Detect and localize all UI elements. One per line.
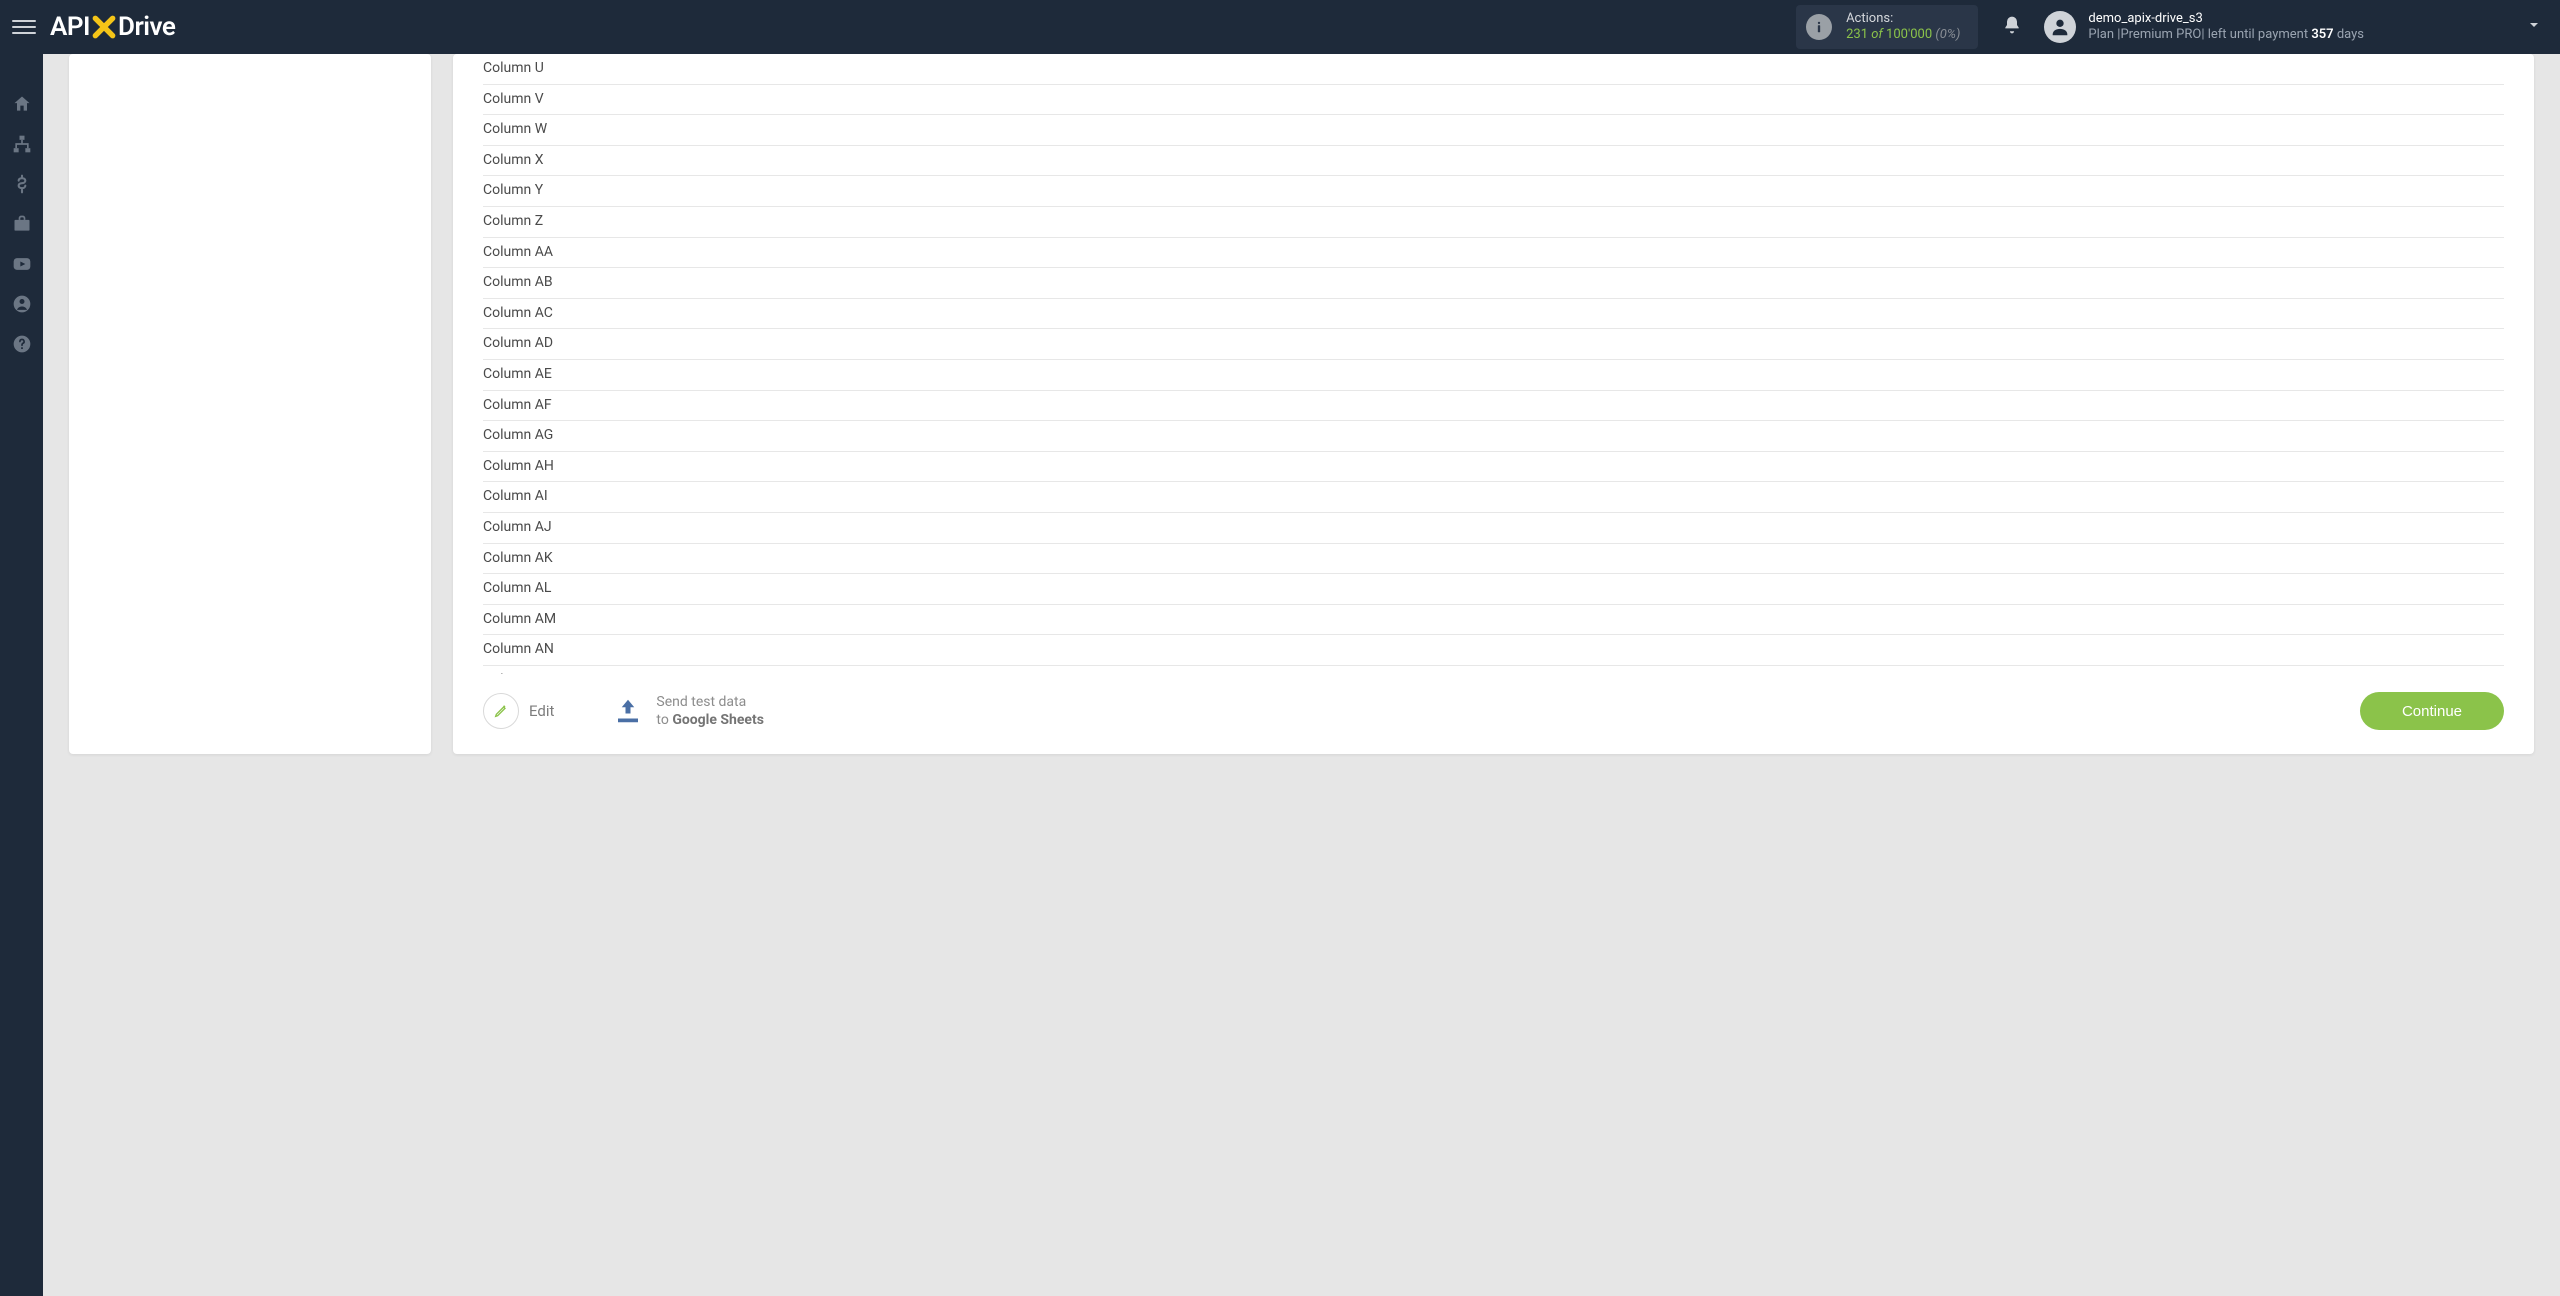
- column-row[interactable]: Column AF: [483, 391, 2504, 422]
- chevron-down-icon: [2526, 17, 2542, 37]
- user-menu[interactable]: demo_apix-drive_s3 Plan |Premium PRO| le…: [2044, 11, 2548, 44]
- send-line2: to Google Sheets: [656, 711, 764, 729]
- column-row[interactable]: Column AE: [483, 360, 2504, 391]
- actions-count: 231: [1846, 27, 1868, 42]
- help-icon: [12, 334, 32, 354]
- edit-label: Edit: [529, 702, 554, 720]
- user-plan: Plan |Premium PRO| left until payment 35…: [2088, 27, 2364, 43]
- column-row[interactable]: Column V: [483, 85, 2504, 116]
- column-row[interactable]: Column AM: [483, 605, 2504, 636]
- actions-label: Actions:: [1846, 11, 1960, 27]
- nav-connections[interactable]: [0, 124, 43, 164]
- column-row[interactable]: Column AG: [483, 421, 2504, 452]
- nav-briefcase[interactable]: [0, 204, 43, 244]
- column-row[interactable]: Column AI: [483, 482, 2504, 513]
- nav-home[interactable]: [0, 84, 43, 124]
- actions-pct: (0%): [1935, 27, 1960, 42]
- logo-text-drive: Drive: [118, 12, 175, 42]
- avatar-icon: [2044, 11, 2076, 43]
- column-row[interactable]: Column X: [483, 146, 2504, 177]
- info-icon: [1806, 14, 1832, 40]
- column-row[interactable]: Column AC: [483, 299, 2504, 330]
- actions-text: Actions: 231 of 100'000 (0%): [1846, 11, 1960, 44]
- nav-account[interactable]: [0, 284, 43, 324]
- actions-counter[interactable]: Actions: 231 of 100'000 (0%): [1796, 5, 1978, 50]
- column-row[interactable]: Column AO: [483, 666, 2504, 674]
- nav-help[interactable]: [0, 324, 43, 364]
- user-circle-icon: [12, 294, 32, 314]
- send-test-data-button[interactable]: Send test data to Google Sheets: [612, 693, 764, 729]
- column-row[interactable]: Column AA: [483, 238, 2504, 269]
- left-sidebar: [0, 54, 43, 1296]
- briefcase-icon: [12, 214, 32, 234]
- top-header: API Drive Actions: 231 of 100'000 (0%) d…: [0, 0, 2560, 54]
- column-row[interactable]: Column AD: [483, 329, 2504, 360]
- column-row[interactable]: Column W: [483, 115, 2504, 146]
- column-list[interactable]: Column UColumn VColumn WColumn XColumn Y…: [453, 54, 2534, 674]
- send-test-data-text: Send test data to Google Sheets: [656, 693, 764, 729]
- column-row[interactable]: Column U: [483, 54, 2504, 85]
- column-row[interactable]: Column AL: [483, 574, 2504, 605]
- right-panel: Column UColumn VColumn WColumn XColumn Y…: [453, 54, 2534, 754]
- column-row[interactable]: Column Z: [483, 207, 2504, 238]
- user-name: demo_apix-drive_s3: [2088, 11, 2364, 27]
- panel-footer: Edit Send test data to Google Sheets Con…: [453, 674, 2534, 754]
- edit-button[interactable]: Edit: [483, 693, 554, 729]
- pencil-icon: [483, 693, 519, 729]
- continue-button[interactable]: Continue: [2360, 692, 2504, 730]
- column-row[interactable]: Column AN: [483, 635, 2504, 666]
- main-area: Column UColumn VColumn WColumn XColumn Y…: [43, 54, 2560, 1296]
- send-line1: Send test data: [656, 693, 764, 711]
- dollar-icon: [12, 174, 32, 194]
- actions-of: of: [1871, 27, 1883, 42]
- home-icon: [12, 94, 32, 114]
- column-row[interactable]: Column AK: [483, 544, 2504, 575]
- user-text: demo_apix-drive_s3 Plan |Premium PRO| le…: [2088, 11, 2364, 44]
- nav-billing[interactable]: [0, 164, 43, 204]
- column-row[interactable]: Column Y: [483, 176, 2504, 207]
- nav-youtube[interactable]: [0, 244, 43, 284]
- column-row[interactable]: Column AJ: [483, 513, 2504, 544]
- youtube-icon: [12, 254, 32, 274]
- logo-text-api: API: [50, 12, 90, 42]
- notifications-button[interactable]: [2002, 15, 2022, 39]
- logo[interactable]: API Drive: [50, 12, 175, 42]
- upload-icon: [612, 696, 644, 726]
- sitemap-icon: [12, 134, 32, 154]
- actions-total: 100'000: [1886, 27, 1932, 42]
- hamburger-menu-button[interactable]: [12, 15, 36, 39]
- left-panel: [69, 54, 431, 754]
- column-row[interactable]: Column AB: [483, 268, 2504, 299]
- column-row[interactable]: Column AH: [483, 452, 2504, 483]
- logo-x-icon: [91, 14, 117, 40]
